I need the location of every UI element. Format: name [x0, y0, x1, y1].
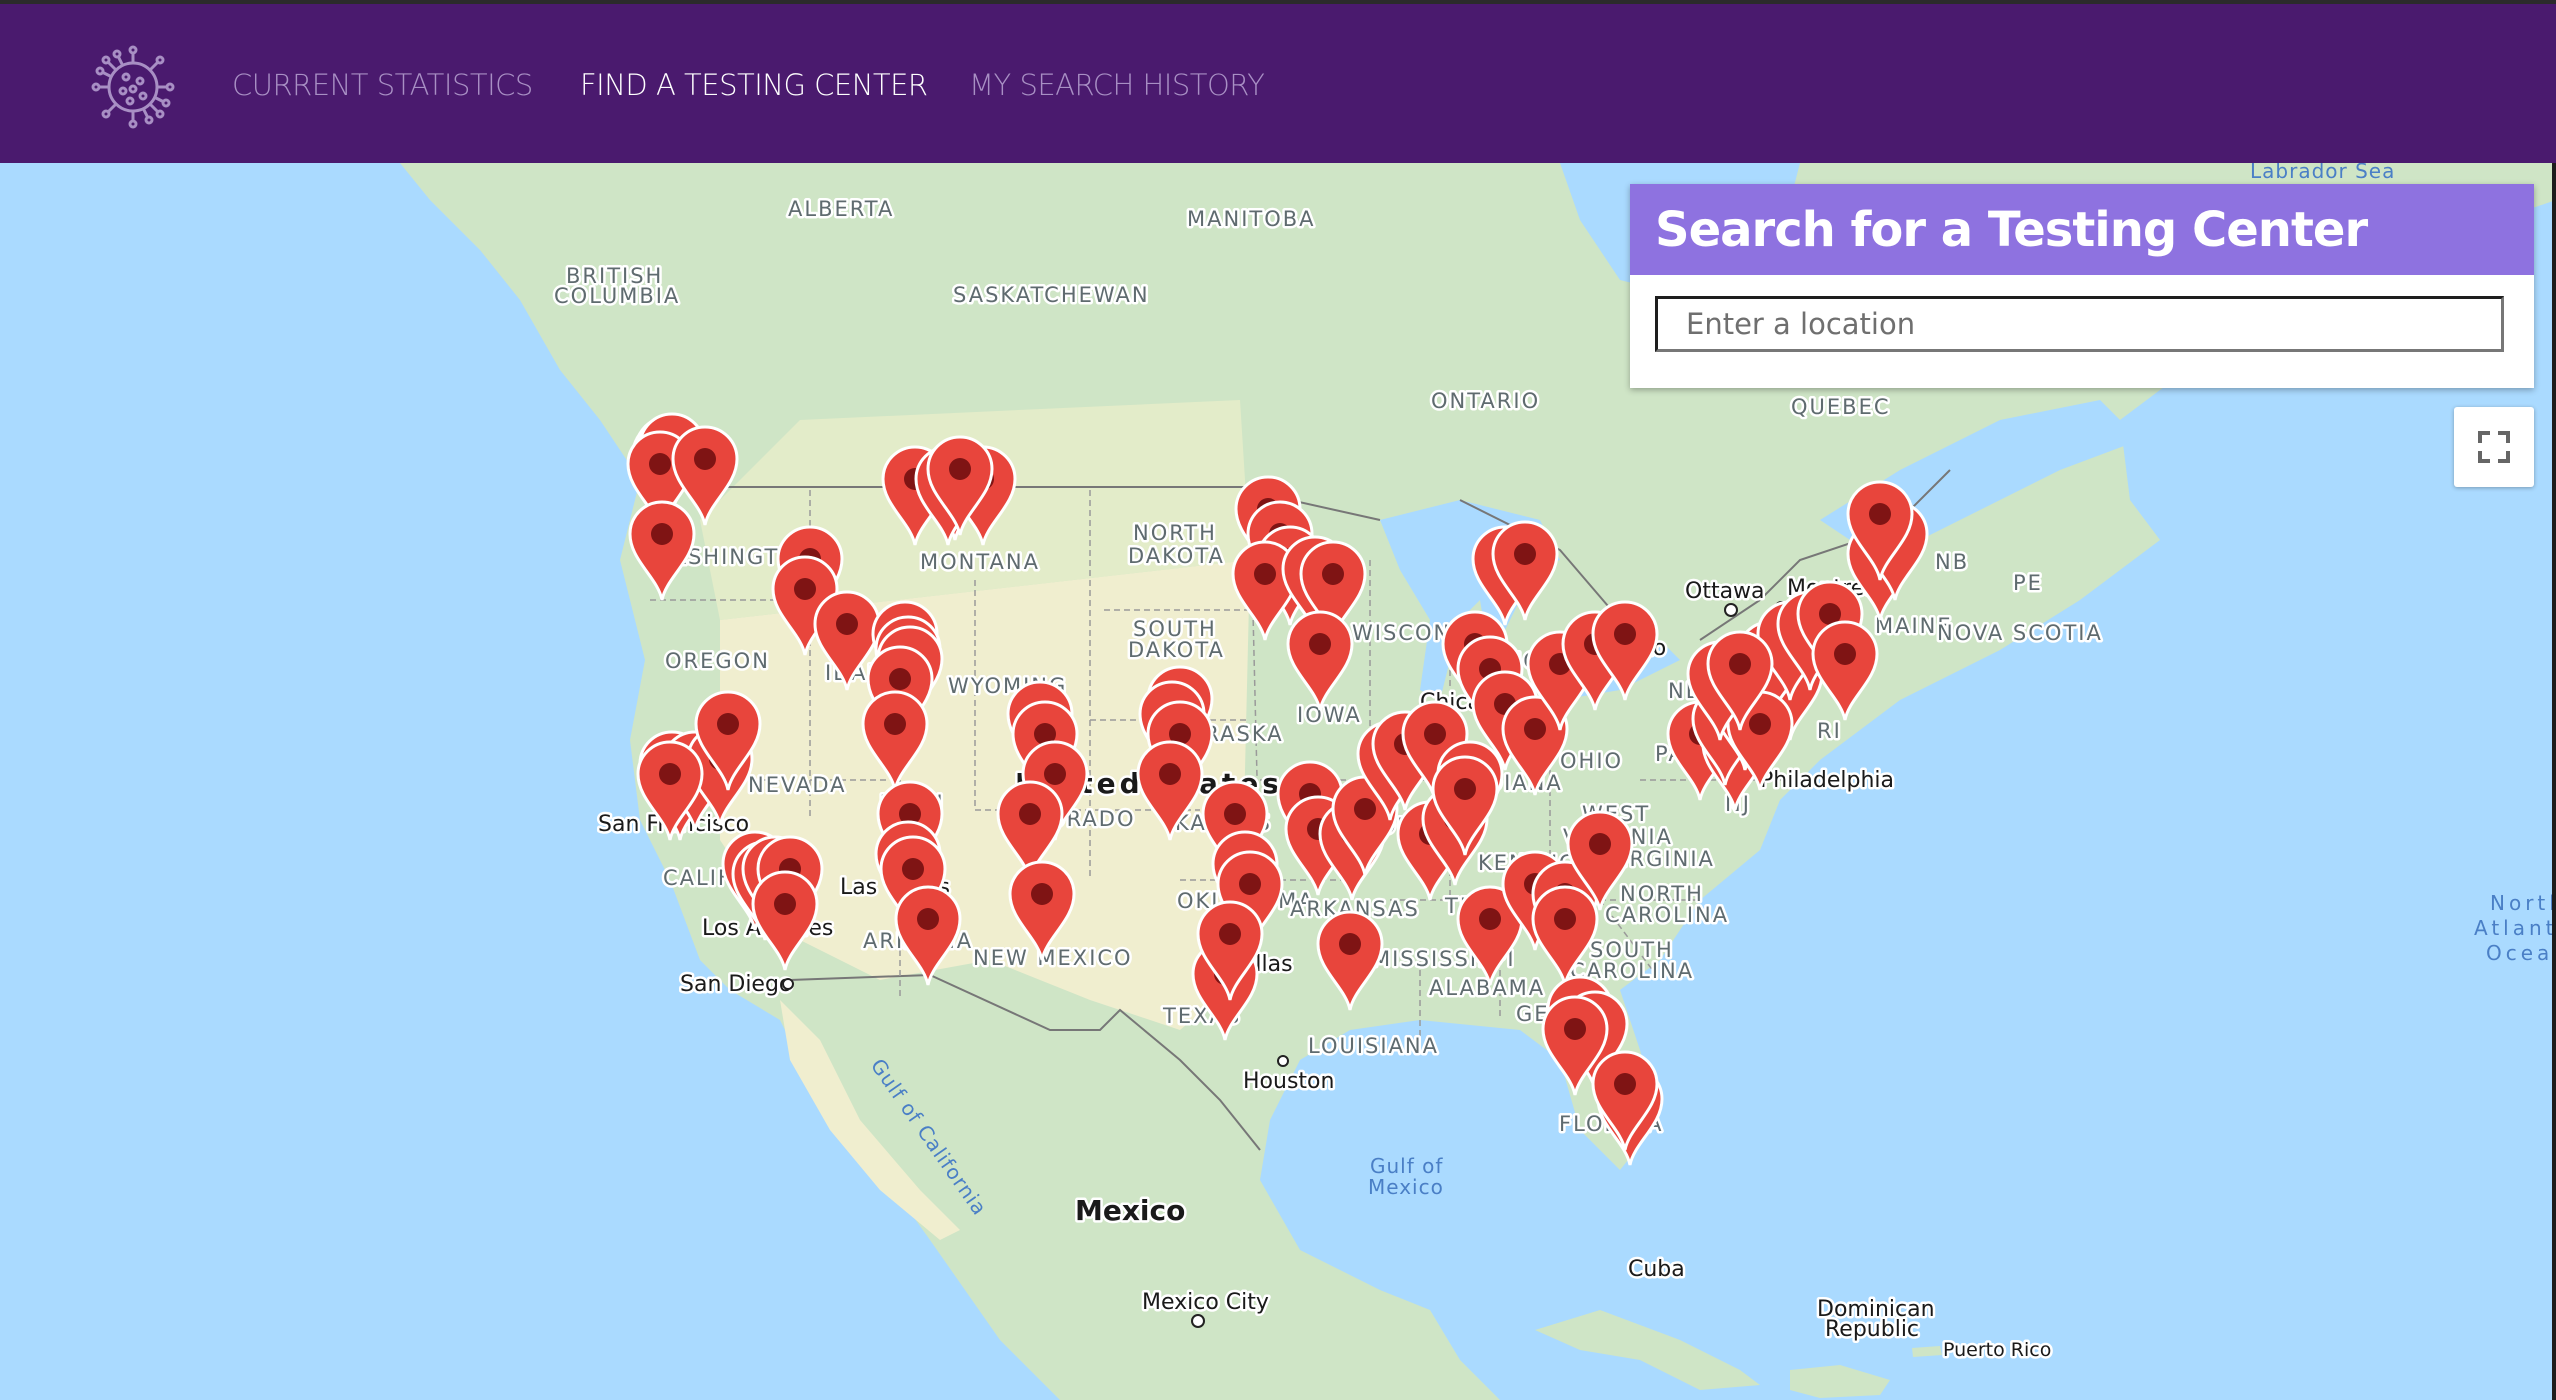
label-puerto-rico: Puerto Rico [1943, 1339, 2051, 1361]
label-ottawa: Ottawa [1685, 579, 1765, 604]
label-houston: Houston [1243, 1069, 1334, 1094]
label-oregon: OREGON [665, 649, 770, 673]
label-ohio: OHIO [1560, 749, 1623, 773]
label-quebec: QUEBEC [1791, 395, 1891, 419]
search-panel-title: Search for a Testing Center [1655, 201, 2368, 258]
land-hispaniola [1790, 1365, 1890, 1398]
land-cuba [1535, 1310, 1760, 1390]
window-top-edge [0, 0, 2556, 4]
label-north-carolina-2: CAROLINA [1605, 903, 1729, 927]
land-puerto-rico [1912, 1346, 1942, 1357]
label-alberta: ALBERTA [788, 197, 894, 221]
search-panel: Search for a Testing Center [1630, 184, 2534, 388]
label-atlantic-1: North [2490, 891, 2556, 915]
label-san-diego: San Diego [680, 972, 792, 997]
location-search-input[interactable] [1655, 296, 2504, 352]
label-south-dakota-2: DAKOTA [1128, 638, 1225, 662]
mexico-city-dot [1191, 1314, 1205, 1328]
label-pe: PE [2013, 571, 2043, 595]
label-nb: NB [1935, 550, 1969, 574]
top-navigation-bar: CURRENT STATISTICS FIND A TESTING CENTER… [0, 4, 2556, 163]
label-iowa: IOWA [1297, 703, 1362, 727]
san-diego-dot [782, 978, 794, 990]
virus-icon[interactable] [90, 44, 176, 130]
fullscreen-button[interactable] [2454, 407, 2534, 487]
nav-search-history[interactable]: MY SEARCH HISTORY [969, 68, 1265, 102]
label-new-mexico: NEW MEXICO [973, 946, 1133, 970]
label-manitoba: MANITOBA [1187, 207, 1316, 231]
label-british-columbia-2: COLUMBIA [554, 284, 680, 308]
label-ontario: ONTARIO [1431, 389, 1540, 413]
label-dominican-2: Republic [1825, 1317, 1919, 1342]
label-atlantic-2: Atlantic [2474, 916, 2556, 940]
label-philadelphia: Philadelphia [1760, 768, 1894, 793]
label-mexico-city: Mexico City [1142, 1290, 1269, 1315]
label-nova-scotia: NOVA SCOTIA [1937, 621, 2103, 645]
label-cuba: Cuba [1628, 1257, 1685, 1282]
fullscreen-icon [2478, 431, 2510, 463]
label-north-dakota-1: NORTH [1133, 521, 1217, 545]
label-north-dakota-2: DAKOTA [1128, 544, 1225, 568]
label-saskatchewan: SASKATCHEWAN [953, 283, 1150, 307]
ottawa-dot [1724, 603, 1738, 617]
nav-find-testing-center[interactable]: FIND A TESTING CENTER [580, 68, 928, 102]
nav-current-statistics[interactable]: CURRENT STATISTICS [232, 68, 533, 102]
label-montana: MONTANA [920, 550, 1040, 574]
label-louisiana: LOUISIANA [1308, 1034, 1439, 1058]
houston-dot [1277, 1055, 1289, 1067]
label-ri: RI [1817, 719, 1842, 743]
window-right-edge [2552, 163, 2556, 1400]
label-nevada: NEVADA [748, 773, 847, 797]
label-atlantic-3: Ocean [2486, 941, 2556, 965]
label-mexico: Mexico [1075, 1194, 1185, 1227]
search-panel-header: Search for a Testing Center [1630, 184, 2534, 275]
label-labrador-sea: Labrador Sea [2250, 163, 2395, 183]
label-gulf-of-mexico-2: Mexico [1368, 1175, 1444, 1199]
